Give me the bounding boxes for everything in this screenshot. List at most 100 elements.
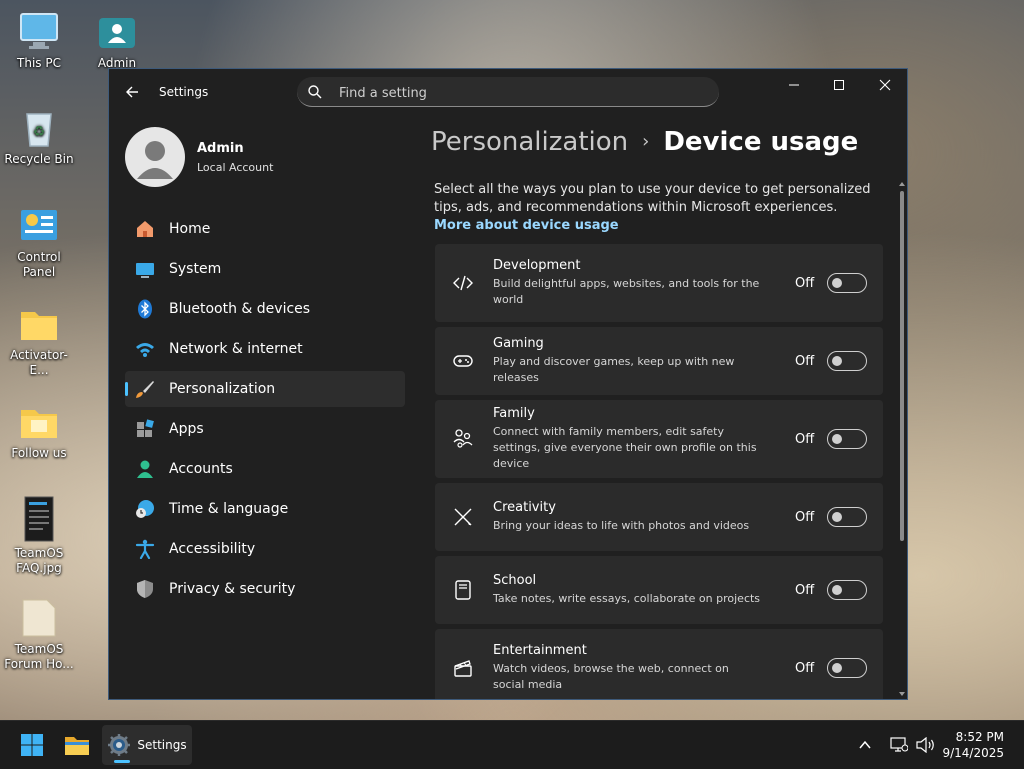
maximize-icon xyxy=(834,80,844,90)
creativity-toggle[interactable] xyxy=(827,507,867,527)
breadcrumb: Personalization › Device usage xyxy=(431,127,858,157)
settings-window: Settings Admin Local Account H xyxy=(108,68,908,700)
desktop-icon-label: Activator-E... xyxy=(10,348,68,377)
card-title: Development xyxy=(493,258,581,273)
toggle-state-label: Off xyxy=(795,509,815,525)
volume-button[interactable] xyxy=(916,721,936,769)
toggle-state-label: Off xyxy=(795,353,815,369)
folder-icon xyxy=(65,737,89,755)
desktop-icon-control-panel[interactable]: Control Panel xyxy=(3,206,75,280)
card-title: Family xyxy=(493,406,535,421)
sidebar-item-accessibility[interactable]: Accessibility xyxy=(125,531,405,567)
sidebar-item-home[interactable]: Home xyxy=(125,211,405,247)
document-icon xyxy=(19,598,59,638)
sidebar-item-apps[interactable]: Apps xyxy=(125,411,405,447)
minimize-button[interactable] xyxy=(771,69,817,101)
back-button[interactable] xyxy=(121,81,143,103)
clock-time: 8:52 PM xyxy=(955,730,1004,744)
desktop-icon-activator[interactable]: Activator-E... xyxy=(3,304,75,378)
card-description: Connect with family members, edit safety… xyxy=(493,425,757,470)
sidebar-item-network[interactable]: Network & internet xyxy=(125,331,405,367)
taskbar-app-label: Settings xyxy=(137,738,187,752)
sidebar-item-privacy[interactable]: Privacy & security xyxy=(125,571,405,607)
search-input[interactable] xyxy=(337,82,701,104)
toggle-knob xyxy=(832,434,842,444)
bluetooth-icon xyxy=(135,299,155,319)
show-hidden-icons-button[interactable] xyxy=(858,721,872,769)
sidebar-item-label: Personalization xyxy=(169,381,276,397)
breadcrumb-parent[interactable]: Personalization xyxy=(431,127,628,157)
family-toggle[interactable] xyxy=(827,429,867,449)
image-file-icon xyxy=(19,496,59,542)
desktop-icon-teamos-forum[interactable]: TeamOS Forum Ho... xyxy=(3,598,75,672)
sidebar-item-label: Accounts xyxy=(169,461,233,477)
search-box[interactable] xyxy=(297,77,719,107)
sidebar-item-label: Accessibility xyxy=(169,541,256,557)
close-button[interactable] xyxy=(862,69,907,101)
sidebar-item-accounts[interactable]: Accounts xyxy=(125,451,405,487)
sidebar-item-system[interactable]: System xyxy=(125,251,405,287)
app-title: Settings xyxy=(159,85,209,99)
toggle-knob xyxy=(832,663,842,673)
apps-icon xyxy=(135,419,155,439)
minimize-icon xyxy=(789,84,799,86)
card-description: Build delightful apps, websites, and too… xyxy=(493,277,760,306)
avatar xyxy=(125,127,185,187)
sidebar-item-label: Bluetooth & devices xyxy=(169,301,311,317)
ethernet-icon xyxy=(890,737,908,752)
desktop-icon-label: Recycle Bin xyxy=(4,152,74,166)
sidebar-item-label: System xyxy=(169,261,222,277)
toggle-state-label: Off xyxy=(795,275,815,291)
svg-text:♻: ♻ xyxy=(33,124,46,140)
taskbar-settings-app[interactable]: Settings xyxy=(102,725,192,765)
sidebar-item-bluetooth[interactable]: Bluetooth & devices xyxy=(125,291,405,327)
desktop-icon-teamos-faq[interactable]: TeamOS FAQ.jpg xyxy=(3,496,75,576)
chevron-right-icon: › xyxy=(642,131,650,152)
family-icon xyxy=(451,427,475,451)
gamepad-icon xyxy=(451,349,475,373)
desktop-icon-this-pc[interactable]: This PC xyxy=(3,12,75,71)
control-panel-icon xyxy=(19,206,59,246)
card-title: School xyxy=(493,573,537,588)
monitor-icon xyxy=(19,12,59,52)
entertainment-toggle[interactable] xyxy=(827,658,867,678)
toggle-knob xyxy=(832,278,842,288)
profile-account-type: Local Account xyxy=(197,161,274,174)
scroll-thumb[interactable] xyxy=(900,191,904,541)
file-explorer-button[interactable] xyxy=(58,725,96,765)
content-scrollbar[interactable] xyxy=(899,181,905,697)
toggle-state-label: Off xyxy=(795,660,815,676)
desktop-icon-recycle-bin[interactable]: ♻ Recycle Bin xyxy=(3,108,75,167)
gaming-toggle[interactable] xyxy=(827,351,867,371)
sidebar-item-label: Privacy & security xyxy=(169,581,296,597)
chevron-up-icon xyxy=(859,740,871,749)
school-toggle[interactable] xyxy=(827,580,867,600)
development-toggle[interactable] xyxy=(827,273,867,293)
start-button[interactable] xyxy=(14,725,50,765)
arrow-left-icon xyxy=(126,86,138,98)
toggle-knob xyxy=(832,585,842,595)
usage-card-creativity: Creativity Bring your ideas to life with… xyxy=(435,483,883,551)
scroll-up-icon xyxy=(899,182,905,186)
folder-icon xyxy=(19,402,59,442)
sidebar-item-personalization[interactable]: Personalization xyxy=(125,371,405,407)
sidebar-item-label: Apps xyxy=(169,421,204,437)
search-icon xyxy=(307,84,323,104)
sidebar-nav: Home System Bluetooth & devices Network … xyxy=(125,211,405,611)
card-description: Watch videos, browse the web, connect on… xyxy=(493,662,729,691)
desktop-icon-admin[interactable]: Admin xyxy=(81,12,153,71)
more-about-link[interactable]: More about device usage xyxy=(434,218,619,233)
wifi-icon xyxy=(135,339,155,359)
person-icon xyxy=(135,459,155,479)
profile-name: Admin xyxy=(197,141,244,156)
sidebar-item-time-language[interactable]: Time & language xyxy=(125,491,405,527)
code-icon xyxy=(451,271,475,295)
maximize-button[interactable] xyxy=(816,69,862,101)
clock[interactable]: 8:52 PM 9/14/2025 xyxy=(942,729,1004,761)
network-status-icon[interactable] xyxy=(890,721,908,769)
paintbrush-icon xyxy=(135,379,155,399)
toggle-knob xyxy=(832,512,842,522)
intro-description: Select all the ways you plan to use your… xyxy=(434,182,871,215)
sidebar-item-label: Time & language xyxy=(169,501,289,517)
desktop-icon-follow-us[interactable]: Follow us xyxy=(3,402,75,461)
